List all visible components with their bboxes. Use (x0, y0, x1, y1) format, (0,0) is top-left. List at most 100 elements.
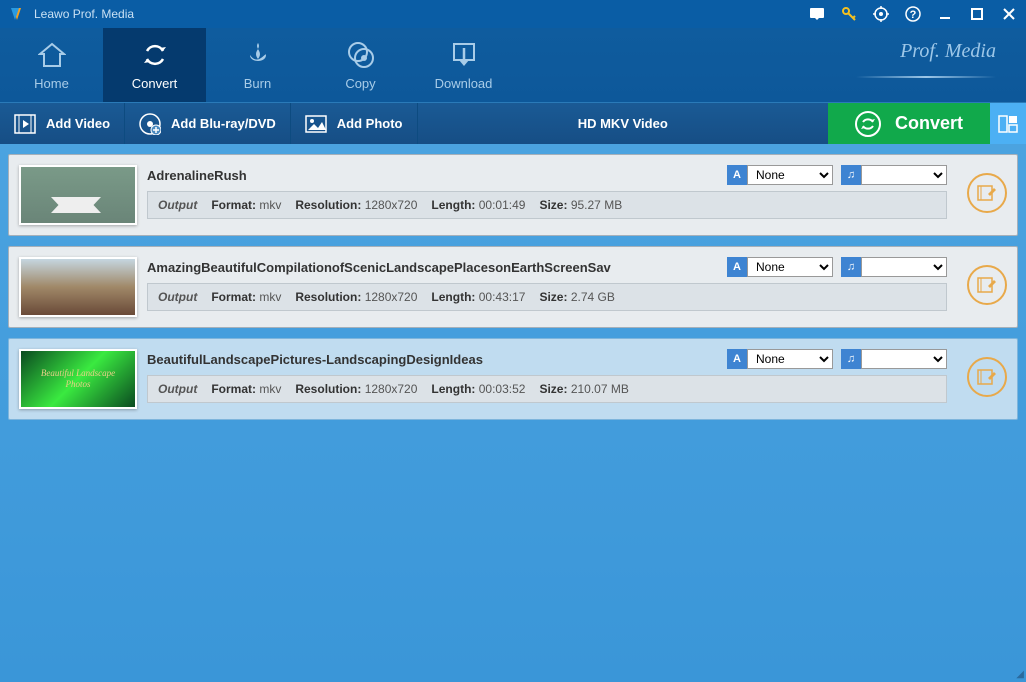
maximize-button[interactable] (968, 5, 986, 23)
audio-icon: ♫ (841, 257, 861, 277)
subtitle-icon: A (727, 165, 747, 185)
length-label: Length: (431, 198, 475, 212)
download-icon (449, 40, 479, 70)
titlebar: Leawo Prof. Media ? (0, 0, 1026, 28)
item-body: AmazingBeautifulCompilationofScenicLands… (147, 257, 947, 311)
audio-dropdown[interactable]: ♫ (841, 165, 947, 185)
add-video-button[interactable]: Add Video (0, 103, 125, 144)
audio-dropdown[interactable]: ♫ (841, 349, 947, 369)
item-header: AmazingBeautifulCompilationofScenicLands… (147, 257, 947, 277)
main-tabs: Home Convert Burn Copy Download Prof. Me… (0, 28, 1026, 102)
subtitle-dropdown[interactable]: A None (727, 257, 833, 277)
subtitle-icon: A (727, 349, 747, 369)
audio-icon: ♫ (841, 165, 861, 185)
convert-action-icon (855, 111, 881, 137)
item-title: BeautifulLandscapePictures-LandscapingDe… (147, 352, 719, 367)
format-label: Format: (211, 290, 256, 304)
output-label: Output (158, 198, 197, 212)
item-header: AdrenalineRush A None ♫ (147, 165, 947, 185)
format-value: mkv (259, 382, 281, 396)
audio-select[interactable] (861, 257, 947, 277)
size-label: Size: (539, 290, 567, 304)
minimize-button[interactable] (936, 5, 954, 23)
home-icon (37, 40, 67, 70)
resize-handle[interactable]: ◢ (1016, 669, 1024, 680)
photo-icon (305, 113, 327, 135)
format-label: Format: (211, 198, 256, 212)
subtitle-dropdown[interactable]: A None (727, 165, 833, 185)
size-value: 95.27 MB (571, 198, 622, 212)
thumbnail[interactable] (19, 257, 137, 317)
resolution-value: 1280x720 (365, 198, 418, 212)
tab-convert[interactable]: Convert (103, 28, 206, 102)
help-icon[interactable]: ? (904, 5, 922, 23)
add-bluray-button[interactable]: Add Blu-ray/DVD (125, 103, 291, 144)
convert-button[interactable]: Convert (828, 103, 990, 144)
app-title: Leawo Prof. Media (34, 7, 808, 21)
edit-button[interactable] (967, 357, 1007, 397)
tab-download-label: Download (435, 76, 493, 91)
app-logo-icon (8, 5, 26, 23)
audio-dropdown[interactable]: ♫ (841, 257, 947, 277)
output-info: Output Format: mkv Resolution: 1280x720 … (147, 191, 947, 219)
audio-icon: ♫ (841, 349, 861, 369)
add-video-label: Add Video (46, 116, 110, 131)
size-label: Size: (539, 382, 567, 396)
layout-toggle-button[interactable] (990, 103, 1026, 144)
edit-button[interactable] (967, 173, 1007, 213)
item-body: BeautifulLandscapePictures-LandscapingDe… (147, 349, 947, 403)
media-item[interactable]: AmazingBeautifulCompilationofScenicLands… (8, 246, 1018, 328)
layout-icon (998, 115, 1018, 133)
item-body: AdrenalineRush A None ♫ Output Format: m… (147, 165, 947, 219)
add-photo-button[interactable]: Add Photo (291, 103, 418, 144)
copy-icon (346, 40, 376, 70)
tab-home[interactable]: Home (0, 28, 103, 102)
subtitle-dropdown[interactable]: A None (727, 349, 833, 369)
audio-select[interactable] (861, 349, 947, 369)
media-item[interactable]: AdrenalineRush A None ♫ Output Format: m… (8, 154, 1018, 236)
key-icon[interactable] (840, 5, 858, 23)
message-icon[interactable] (808, 5, 826, 23)
tab-burn-label: Burn (244, 76, 271, 91)
format-value: mkv (259, 198, 281, 212)
item-title: AmazingBeautifulCompilationofScenicLands… (147, 260, 719, 275)
thumbnail[interactable]: Beautiful LandscapePhotos (19, 349, 137, 409)
subtitle-select[interactable]: None (747, 165, 833, 185)
subtitle-select[interactable]: None (747, 349, 833, 369)
output-label: Output (158, 290, 197, 304)
edit-button[interactable] (967, 265, 1007, 305)
svg-text:?: ? (910, 9, 917, 21)
tab-copy[interactable]: Copy (309, 28, 412, 102)
tab-download[interactable]: Download (412, 28, 515, 102)
item-title: AdrenalineRush (147, 168, 719, 183)
content-area: AdrenalineRush A None ♫ Output Format: m… (0, 144, 1026, 682)
resolution-label: Resolution: (295, 198, 361, 212)
convert-button-label: Convert (895, 113, 963, 134)
size-label: Size: (539, 198, 567, 212)
titlebar-buttons: ? (808, 5, 1018, 23)
tab-burn[interactable]: Burn (206, 28, 309, 102)
format-label: Format: (211, 382, 256, 396)
close-button[interactable] (1000, 5, 1018, 23)
settings-icon[interactable] (872, 5, 890, 23)
output-profile[interactable]: HD MKV Video (418, 116, 829, 131)
tab-copy-label: Copy (345, 76, 375, 91)
thumbnail[interactable] (19, 165, 137, 225)
add-bluray-label: Add Blu-ray/DVD (171, 116, 276, 131)
prof-media-logo: Prof. Media (900, 40, 996, 63)
video-icon (14, 113, 36, 135)
subtitle-select[interactable]: None (747, 257, 833, 277)
format-value: mkv (259, 290, 281, 304)
tab-home-label: Home (34, 76, 69, 91)
output-info: Output Format: mkv Resolution: 1280x720 … (147, 375, 947, 403)
media-item[interactable]: Beautiful LandscapePhotos BeautifulLands… (8, 338, 1018, 420)
resolution-label: Resolution: (295, 290, 361, 304)
audio-select[interactable] (861, 165, 947, 185)
add-photo-label: Add Photo (337, 116, 403, 131)
burn-icon (243, 40, 273, 70)
length-label: Length: (431, 290, 475, 304)
output-info: Output Format: mkv Resolution: 1280x720 … (147, 283, 947, 311)
subtitle-icon: A (727, 257, 747, 277)
length-label: Length: (431, 382, 475, 396)
disc-icon (139, 113, 161, 135)
